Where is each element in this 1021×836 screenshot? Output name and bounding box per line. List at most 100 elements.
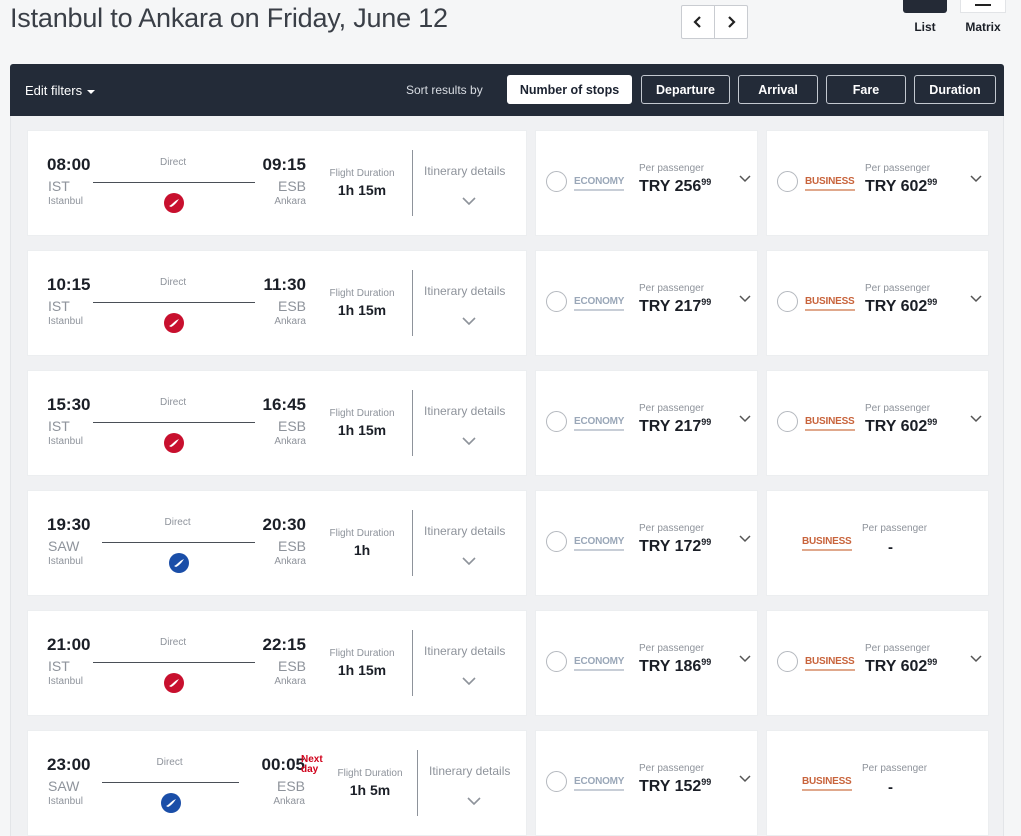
flight-duration-label: Flight Duration: [329, 408, 395, 419]
itinerary-details-link[interactable]: Itinerary details: [429, 764, 510, 778]
chevron-down-icon[interactable]: [739, 535, 751, 543]
chevron-down-icon[interactable]: [970, 415, 982, 423]
chevron-down-icon[interactable]: [970, 295, 982, 303]
economy-fare-card[interactable]: ECONOMY Per passenger TRY 18699: [536, 611, 757, 715]
chevron-down-icon[interactable]: [462, 677, 476, 685]
itinerary-details-link[interactable]: Itinerary details: [424, 524, 505, 538]
economy-fare-radio[interactable]: [546, 771, 567, 792]
departure-time: 23:00: [47, 755, 91, 774]
business-fare-card[interactable]: BUSINESS Per passenger TRY 60299: [767, 251, 988, 355]
economy-fare-radio[interactable]: [546, 531, 567, 552]
economy-fare-radio[interactable]: [546, 171, 567, 192]
itinerary-details-link[interactable]: Itinerary details: [424, 404, 505, 418]
business-fare-radio[interactable]: [777, 171, 798, 192]
business-fare-card[interactable]: BUSINESS Per passenger -: [767, 731, 988, 835]
economy-fare-card[interactable]: ECONOMY Per passenger TRY 17299: [536, 491, 757, 595]
chevron-down-icon[interactable]: [462, 437, 476, 445]
flight-duration-value: 1h 15m: [337, 422, 387, 438]
currency: TRY: [639, 658, 671, 675]
chevron-down-icon[interactable]: [467, 797, 481, 805]
flight-info-card[interactable]: 10:15 IST Istanbul Direct 11:30 ESB Anka…: [28, 251, 526, 355]
economy-fare-card[interactable]: ECONOMY Per passenger TRY 21799: [536, 251, 757, 355]
next-day-button[interactable]: [714, 6, 747, 38]
economy-fare-radio[interactable]: [546, 291, 567, 312]
divider: [412, 630, 413, 696]
sort-arrival-button[interactable]: Arrival: [738, 75, 818, 104]
departure-city: Istanbul: [48, 676, 84, 687]
next-day-badge: Next day: [301, 754, 323, 775]
business-fare-radio[interactable]: [777, 291, 798, 312]
chevron-down-icon[interactable]: [739, 415, 751, 423]
flight-duration-value: 1h 5m: [349, 782, 391, 798]
itinerary-details-link[interactable]: Itinerary details: [424, 284, 505, 298]
chevron-right-icon: [728, 16, 736, 28]
per-passenger-label: Per passenger: [865, 283, 931, 294]
chevron-down-icon[interactable]: [462, 197, 476, 205]
flight-info-card[interactable]: 21:00 IST Istanbul Direct 22:15 ESB Anka…: [28, 611, 526, 715]
price-cents: 99: [701, 417, 712, 427]
edit-filters-button[interactable]: Edit filters: [25, 83, 96, 98]
flight-info-card[interactable]: 08:00 IST Istanbul Direct 09:15 ESB Anka…: [28, 131, 526, 235]
arrival-airport-code: ESB: [277, 658, 306, 674]
business-fare-card[interactable]: BUSINESS Per passenger -: [767, 491, 988, 595]
chevron-down-icon[interactable]: [739, 175, 751, 183]
matrix-view-toggle[interactable]: Matrix: [960, 0, 1006, 34]
previous-day-button[interactable]: [682, 6, 714, 38]
flight-info-card[interactable]: 23:00 SAW Istanbul Direct 00:05 ESB Anka…: [28, 731, 526, 835]
itinerary-details-link[interactable]: Itinerary details: [424, 644, 505, 658]
chevron-down-icon[interactable]: [462, 557, 476, 565]
departure-time: 10:15: [47, 275, 91, 294]
departure-city: Istanbul: [48, 556, 84, 567]
chevron-down-icon[interactable]: [970, 655, 982, 663]
economy-fare-radio[interactable]: [546, 411, 567, 432]
economy-fare-radio[interactable]: [546, 651, 567, 672]
flight-duration-label: Flight Duration: [329, 648, 395, 659]
sort-departure-button[interactable]: Departure: [641, 75, 730, 104]
per-passenger-label: Per passenger: [865, 403, 931, 414]
sort-stops-button[interactable]: Number of stops: [507, 75, 632, 104]
price-cents: 99: [927, 177, 938, 187]
price-main: 217: [674, 418, 702, 435]
business-fare-card[interactable]: BUSINESS Per passenger TRY 60299: [767, 371, 988, 475]
economy-fare-card[interactable]: ECONOMY Per passenger TRY 25699: [536, 131, 757, 235]
price-cents: 99: [927, 657, 938, 667]
flight-duration-value: 1h 15m: [337, 302, 387, 318]
business-fare-card[interactable]: BUSINESS Per passenger TRY 60299: [767, 131, 988, 235]
caret-down-icon: [87, 89, 96, 94]
flight-info-card[interactable]: 15:30 IST Istanbul Direct 16:45 ESB Anka…: [28, 371, 526, 475]
per-passenger-label: Per passenger: [639, 283, 705, 294]
route-line: [93, 302, 255, 303]
economy-price: TRY 17299: [639, 537, 711, 556]
route-line: [93, 422, 255, 423]
business-fare-radio[interactable]: [777, 651, 798, 672]
per-passenger-label: Per passenger: [639, 643, 705, 654]
per-passenger-label: Per passenger: [639, 763, 705, 774]
economy-fare-card[interactable]: ECONOMY Per passenger TRY 21799: [536, 371, 757, 475]
economy-price: TRY 15299: [639, 777, 711, 796]
business-price: TRY 60299: [865, 297, 937, 316]
flight-info-card[interactable]: 19:30 SAW Istanbul Direct 20:30 ESB Anka…: [28, 491, 526, 595]
arrival-airport-code: ESB: [277, 538, 306, 554]
chevron-down-icon[interactable]: [462, 317, 476, 325]
divider: [417, 750, 418, 816]
chevron-down-icon[interactable]: [739, 295, 751, 303]
business-fare-radio[interactable]: [777, 411, 798, 432]
chevron-down-icon[interactable]: [970, 175, 982, 183]
currency: TRY: [639, 298, 671, 315]
sort-fare-button[interactable]: Fare: [826, 75, 906, 104]
business-label: BUSINESS: [805, 656, 855, 671]
itinerary-details-link[interactable]: Itinerary details: [424, 164, 505, 178]
flight-duration-value: 1h 15m: [337, 182, 387, 198]
flight-duration-label: Flight Duration: [337, 768, 403, 779]
chevron-down-icon[interactable]: [739, 655, 751, 663]
list-view-label: List: [914, 20, 936, 34]
departure-airport-code: IST: [48, 658, 70, 674]
stops-label: Direct: [160, 397, 187, 408]
list-view-toggle[interactable]: List: [903, 0, 947, 34]
price-cents: 99: [701, 657, 712, 667]
results-list: 08:00 IST Istanbul Direct 09:15 ESB Anka…: [10, 116, 1004, 836]
economy-fare-card[interactable]: ECONOMY Per passenger TRY 15299: [536, 731, 757, 835]
business-fare-card[interactable]: BUSINESS Per passenger TRY 60299: [767, 611, 988, 715]
sort-duration-button[interactable]: Duration: [914, 75, 996, 104]
chevron-down-icon[interactable]: [739, 775, 751, 783]
